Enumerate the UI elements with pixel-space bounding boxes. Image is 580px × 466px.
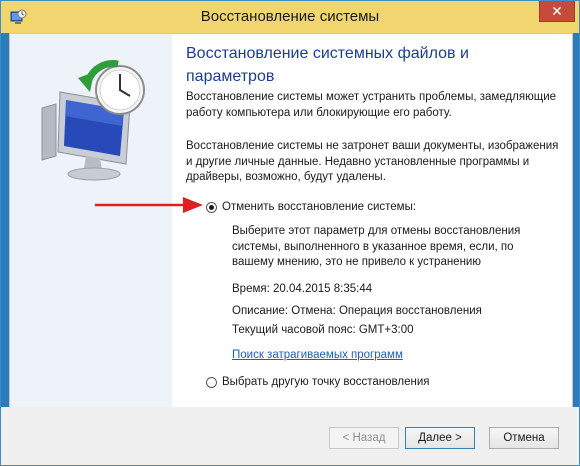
warning-text: Восстановление системы не затронет ваши … xyxy=(186,140,559,183)
wizard-content: Восстановление системных файлов и параме… xyxy=(9,33,573,409)
undo-restore-description: Выберите этот параметр для отмены восста… xyxy=(232,225,521,268)
close-button[interactable]: ✕ xyxy=(539,1,575,22)
red-arrow-annotation-icon xyxy=(95,197,203,213)
restore-timezone: Текущий часовой пояс: GMT+3:00 xyxy=(232,324,414,336)
button-bar: < Назад Далее > Отмена xyxy=(1,407,579,465)
system-restore-window: Восстановление системы ✕ Восстановление … xyxy=(0,0,580,466)
choose-other-label: Выбрать другую точку восстановления xyxy=(222,376,430,388)
restore-description: Описание: Отмена: Операция восстановлени… xyxy=(232,305,482,317)
next-button[interactable]: Далее > xyxy=(405,427,475,449)
scan-affected-programs-link[interactable]: Поиск затрагиваемых программ xyxy=(232,349,403,361)
option-undo-restore[interactable]: Отменить восстановление системы: xyxy=(206,201,416,213)
undo-restore-label: Отменить восстановление системы: xyxy=(222,201,417,213)
option-choose-other[interactable]: Выбрать другую точку восстановления xyxy=(206,376,430,388)
page-title: Восстановление системных файлов и параме… xyxy=(186,45,469,85)
intro-text: Восстановление системы может устранить п… xyxy=(186,91,557,119)
cancel-button[interactable]: Отмена xyxy=(489,427,559,449)
window-title: Восстановление системы xyxy=(200,8,380,25)
choose-other-radio[interactable] xyxy=(206,376,217,388)
system-restore-illustration-icon xyxy=(41,60,145,181)
restore-time: Время: 20.04.2015 8:35:44 xyxy=(232,283,373,295)
undo-restore-radio[interactable] xyxy=(206,201,217,213)
back-button[interactable]: < Назад xyxy=(329,427,399,449)
title-bar[interactable]: Восстановление системы ✕ xyxy=(1,1,579,33)
wizard-sidebar xyxy=(10,34,172,408)
